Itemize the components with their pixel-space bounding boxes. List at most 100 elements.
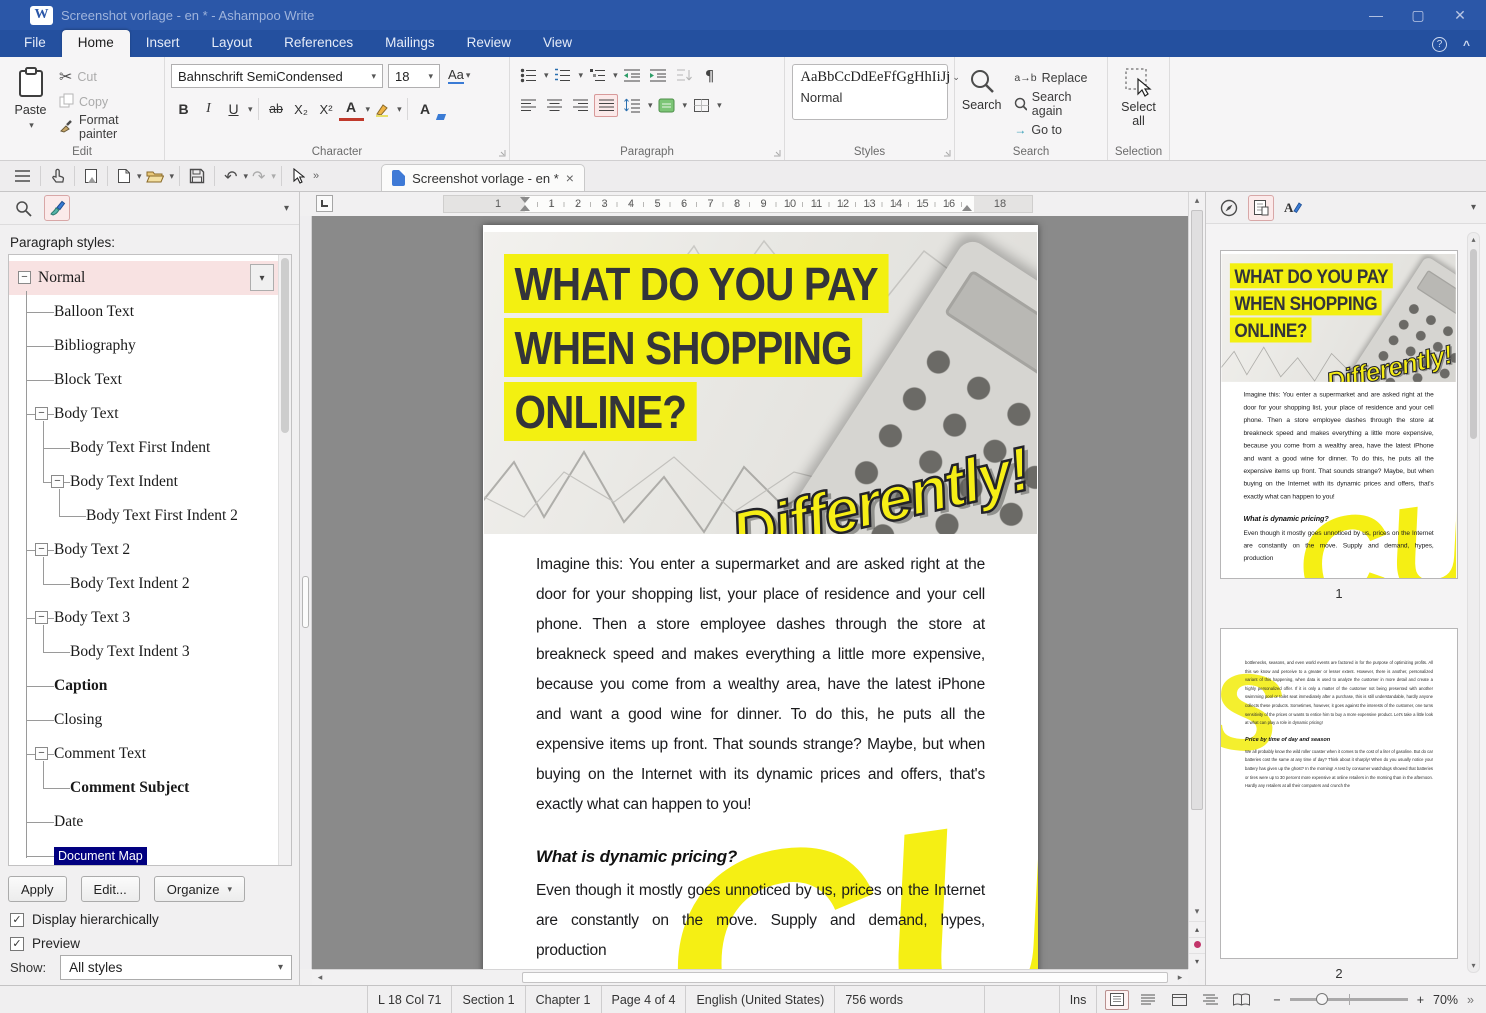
- borders-button[interactable]: [689, 94, 713, 117]
- collapse-icon[interactable]: −: [35, 747, 48, 760]
- sort-button[interactable]: [672, 64, 696, 87]
- draft-view-button[interactable]: [1136, 990, 1160, 1010]
- increase-indent-button[interactable]: [646, 64, 670, 87]
- save-icon[interactable]: [185, 164, 209, 188]
- font-color-button[interactable]: A: [338, 97, 364, 121]
- menu-tab-home[interactable]: Home: [61, 30, 130, 57]
- goto-button[interactable]: → Go to: [1010, 119, 1101, 143]
- style-picker[interactable]: AaBbCcDdEeFfGgHhIiJj ⌄ Normal: [791, 64, 960, 120]
- highlight-button[interactable]: [370, 97, 395, 121]
- sidebar-menu-icon[interactable]: ▾: [1471, 202, 1476, 213]
- section-status[interactable]: Section 1: [452, 986, 526, 1013]
- undo-icon[interactable]: ↶: [220, 164, 241, 188]
- maximize-button[interactable]: ▢: [1410, 7, 1426, 24]
- proofing-icon[interactable]: A: [1280, 195, 1306, 221]
- align-left-button[interactable]: [516, 94, 540, 117]
- chapter-status[interactable]: Chapter 1: [526, 986, 602, 1013]
- sidebar-search-icon[interactable]: [10, 195, 36, 221]
- document-page[interactable]: WHAT DO YOU PAY WHEN SHOPPING ONLINE? Di…: [483, 225, 1038, 969]
- select-all-button[interactable]: Select all: [1114, 64, 1163, 129]
- style-item-closing[interactable]: Closing: [9, 703, 278, 737]
- menu-tab-references[interactable]: References: [268, 30, 369, 57]
- menu-tab-mailings[interactable]: Mailings: [369, 30, 451, 57]
- collapse-icon[interactable]: −: [35, 407, 48, 420]
- scroll-down-icon[interactable]: ▾: [1189, 906, 1205, 917]
- clear-formatting-button[interactable]: A: [413, 97, 446, 121]
- panes-menu-icon[interactable]: [10, 164, 35, 188]
- sidebar-styles-icon[interactable]: [44, 195, 70, 221]
- tab-stop-selector[interactable]: [316, 195, 333, 212]
- left-splitter[interactable]: [300, 216, 312, 969]
- menu-tab-layout[interactable]: Layout: [196, 30, 269, 57]
- preview-checkbox[interactable]: ✓ Preview: [10, 936, 159, 951]
- organize-button[interactable]: Organize ▾: [153, 876, 246, 902]
- align-right-button[interactable]: [568, 94, 592, 117]
- right-indent-marker[interactable]: [962, 200, 972, 211]
- navigator-icon[interactable]: [1216, 195, 1242, 221]
- ruler-band[interactable]: 1 1 2 3 4 5 6 7 8 9 10 11 12 13 14 15 16 18: [443, 195, 1033, 213]
- justify-button[interactable]: [594, 94, 618, 117]
- cut-button[interactable]: ✂ Cut: [55, 64, 158, 89]
- apply-button[interactable]: Apply: [8, 876, 67, 902]
- search-again-button[interactable]: Search again: [1010, 90, 1101, 118]
- search-button[interactable]: Search: [961, 64, 1002, 142]
- document-tab[interactable]: Screenshot vorlage - en * ×: [381, 164, 585, 191]
- font-size-select[interactable]: 18 ▾: [388, 64, 440, 88]
- numbered-list-button[interactable]: [551, 64, 575, 87]
- help-icon[interactable]: ?: [1431, 37, 1447, 52]
- zoom-level[interactable]: 70%: [1433, 993, 1458, 1007]
- chevron-down-icon[interactable]: ▾: [613, 70, 618, 81]
- edit-style-button[interactable]: Edit...: [80, 876, 140, 902]
- redo-icon[interactable]: ↷: [248, 164, 269, 188]
- zoom-in-button[interactable]: +: [1417, 993, 1424, 1007]
- style-item-body-text-first-indent-2[interactable]: Body Text First Indent 2: [9, 499, 278, 533]
- style-item-normal[interactable]: − Normal ▾: [9, 261, 278, 295]
- style-item-body-text-2[interactable]: − Body Text 2: [9, 533, 278, 567]
- chevron-down-icon[interactable]: ▾: [683, 100, 688, 111]
- style-item-document-map[interactable]: Document Map: [9, 839, 278, 865]
- styles-list-scrollbar[interactable]: [278, 255, 291, 865]
- chevron-down-icon[interactable]: ▾: [397, 104, 402, 115]
- scrollbar-thumb[interactable]: [281, 258, 289, 433]
- underline-button[interactable]: U: [221, 97, 246, 121]
- formatting-marks-button[interactable]: ¶: [698, 64, 722, 87]
- style-item-body-text-indent-2[interactable]: Body Text Indent 2: [9, 567, 278, 601]
- italic-button[interactable]: I: [196, 97, 221, 121]
- scrollbar-thumb[interactable]: [1191, 210, 1203, 810]
- zoom-slider[interactable]: [1289, 993, 1408, 1005]
- browse-object-button[interactable]: [1189, 937, 1205, 953]
- decrease-indent-button[interactable]: [620, 64, 644, 87]
- page-thumbnail-1[interactable]: WHAT DO YOU PAY WHEN SHOPPING ONLINE? Di…: [1220, 250, 1458, 579]
- vertical-scrollbar[interactable]: ▴ ▾ ▴ ▾: [1188, 192, 1205, 969]
- superscript-button[interactable]: X²: [314, 97, 339, 121]
- replace-button[interactable]: a→b Replace: [1010, 66, 1101, 90]
- language-status[interactable]: English (United States): [686, 986, 836, 1013]
- style-item-body-text-indent-3[interactable]: Body Text Indent 3: [9, 635, 278, 669]
- menu-tab-file[interactable]: File: [8, 30, 62, 57]
- dialog-launcher-icon[interactable]: [943, 149, 951, 157]
- bold-button[interactable]: B: [171, 97, 196, 121]
- page-thumbnail-2[interactable]: S bottlenecks, seasons, and even world e…: [1220, 628, 1458, 959]
- chevron-down-icon[interactable]: ▾: [544, 70, 549, 81]
- scroll-left-icon[interactable]: ◂: [312, 970, 328, 985]
- scroll-up-icon[interactable]: ▴: [1468, 235, 1479, 244]
- style-item-block-text[interactable]: Block Text: [9, 363, 278, 397]
- open-document-icon[interactable]: [142, 164, 168, 188]
- toolbar-overflow-icon[interactable]: »: [309, 164, 323, 188]
- pointer-tool-icon[interactable]: [287, 164, 309, 188]
- outline-view-button[interactable]: [1198, 990, 1222, 1010]
- menu-tab-insert[interactable]: Insert: [130, 30, 196, 57]
- next-page-button[interactable]: ▾: [1189, 953, 1205, 969]
- style-item-body-text-first-indent[interactable]: Body Text First Indent: [9, 431, 278, 465]
- style-item-date[interactable]: Date: [9, 805, 278, 839]
- sidebar-menu-icon[interactable]: ▾: [284, 203, 289, 214]
- status-overflow-icon[interactable]: »: [1467, 993, 1474, 1007]
- bullet-list-button[interactable]: [516, 64, 540, 87]
- style-dropdown-icon[interactable]: ▾: [250, 264, 274, 291]
- close-tab-icon[interactable]: ×: [566, 170, 574, 186]
- fullscreen-view-button[interactable]: [1167, 990, 1191, 1010]
- print-preview-icon[interactable]: [80, 164, 102, 188]
- splitter-handle[interactable]: [302, 576, 309, 628]
- book-view-button[interactable]: [1229, 990, 1253, 1010]
- scroll-down-icon[interactable]: ▾: [1468, 961, 1479, 970]
